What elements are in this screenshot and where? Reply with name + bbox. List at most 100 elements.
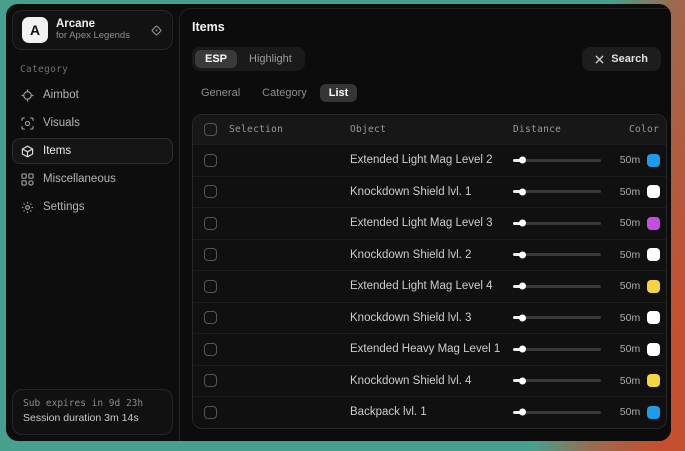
slider-knob[interactable] bbox=[519, 220, 526, 227]
table-row: Extended Light Mag Level 3 50m bbox=[193, 207, 666, 239]
color-swatch[interactable] bbox=[647, 406, 660, 419]
view-tab-group: General Category List bbox=[192, 84, 669, 102]
tab-esp[interactable]: ESP bbox=[195, 50, 237, 68]
tab-category[interactable]: Category bbox=[253, 84, 316, 102]
distance-value: 50m bbox=[613, 280, 647, 292]
table-row: Knockdown Shield lvl. 4 50m bbox=[193, 365, 666, 397]
row-checkbox[interactable] bbox=[204, 374, 217, 387]
table-body: Extended Light Mag Level 2 50m Knockdown… bbox=[193, 144, 666, 428]
distance-slider[interactable] bbox=[513, 281, 613, 291]
page-title: Items bbox=[192, 20, 669, 34]
object-name: Knockdown Shield lvl. 4 bbox=[350, 375, 513, 387]
sidebar-item-aimbot[interactable]: Aimbot bbox=[12, 82, 173, 108]
slider-knob[interactable] bbox=[519, 157, 526, 164]
column-header-distance: Distance bbox=[513, 124, 613, 135]
table-header-row: Selection Object Distance Color bbox=[193, 115, 666, 144]
distance-slider[interactable] bbox=[513, 313, 613, 323]
slider-knob[interactable] bbox=[519, 314, 526, 321]
distance-slider[interactable] bbox=[513, 344, 613, 354]
object-name: Knockdown Shield lvl. 3 bbox=[350, 312, 513, 324]
color-swatch[interactable] bbox=[647, 343, 660, 356]
sidebar: A Arcane for Apex Legends Category Aimbo… bbox=[6, 4, 179, 441]
row-checkbox[interactable] bbox=[204, 280, 217, 293]
app-logo: A bbox=[22, 17, 48, 43]
row-checkbox[interactable] bbox=[204, 311, 217, 324]
color-swatch[interactable] bbox=[647, 311, 660, 324]
sidebar-item-settings[interactable]: Settings bbox=[12, 194, 173, 220]
table-row: Extended Light Mag Level 2 50m bbox=[193, 144, 666, 176]
slider-knob[interactable] bbox=[519, 377, 526, 384]
color-swatch[interactable] bbox=[647, 217, 660, 230]
distance-slider[interactable] bbox=[513, 187, 613, 197]
slider-knob[interactable] bbox=[519, 409, 526, 416]
sidebar-item-miscellaneous[interactable]: Miscellaneous bbox=[12, 166, 173, 192]
app-subtitle: for Apex Legends bbox=[56, 31, 142, 42]
distance-slider[interactable] bbox=[513, 407, 613, 417]
distance-slider[interactable] bbox=[513, 155, 613, 165]
distance-value: 50m bbox=[613, 249, 647, 261]
sidebar-item-label: Settings bbox=[43, 201, 85, 213]
column-header-color: Color bbox=[629, 124, 666, 135]
distance-value: 50m bbox=[613, 312, 647, 324]
slider-knob[interactable] bbox=[519, 251, 526, 258]
items-table: Selection Object Distance Color Extended… bbox=[192, 114, 667, 429]
scan-eye-icon bbox=[21, 117, 34, 130]
tab-highlight[interactable]: Highlight bbox=[239, 50, 302, 68]
distance-value: 50m bbox=[613, 154, 647, 166]
row-checkbox[interactable] bbox=[204, 248, 217, 261]
subscription-status-card: Sub expires in 9d 23h Session duration 3… bbox=[12, 389, 173, 435]
search-button[interactable]: Search bbox=[582, 47, 661, 71]
slider-knob[interactable] bbox=[519, 188, 526, 195]
sidebar-item-visuals[interactable]: Visuals bbox=[12, 110, 173, 136]
object-name: Knockdown Shield lvl. 2 bbox=[350, 249, 513, 261]
object-name: Extended Light Mag Level 2 bbox=[350, 154, 513, 166]
column-header-selection: Selection bbox=[229, 124, 350, 135]
slider-knob[interactable] bbox=[519, 346, 526, 353]
mode-tab-group: ESP Highlight bbox=[192, 47, 305, 71]
table-row: Knockdown Shield lvl. 2 50m bbox=[193, 239, 666, 271]
crosshair-icon bbox=[21, 89, 34, 102]
grid-icon bbox=[21, 173, 34, 186]
row-checkbox[interactable] bbox=[204, 343, 217, 356]
color-swatch[interactable] bbox=[647, 280, 660, 293]
box-icon bbox=[21, 145, 34, 158]
color-swatch[interactable] bbox=[647, 185, 660, 198]
distance-value: 50m bbox=[613, 186, 647, 198]
row-checkbox[interactable] bbox=[204, 217, 217, 230]
category-section-label: Category bbox=[20, 64, 173, 75]
distance-slider[interactable] bbox=[513, 250, 613, 260]
gear-icon bbox=[21, 201, 34, 214]
color-swatch[interactable] bbox=[647, 248, 660, 261]
sidebar-item-label: Aimbot bbox=[43, 89, 79, 101]
table-row: Extended Light Mag Level 4 50m bbox=[193, 270, 666, 302]
object-name: Extended Light Mag Level 3 bbox=[350, 217, 513, 229]
distance-slider[interactable] bbox=[513, 218, 613, 228]
distance-value: 50m bbox=[613, 343, 647, 355]
object-name: Knockdown Shield lvl. 1 bbox=[350, 186, 513, 198]
table-row: Knockdown Shield lvl. 1 50m bbox=[193, 176, 666, 208]
emblem-icon[interactable] bbox=[150, 24, 163, 37]
close-x-icon bbox=[595, 55, 604, 64]
color-swatch[interactable] bbox=[647, 154, 660, 167]
sidebar-item-label: Miscellaneous bbox=[43, 173, 116, 185]
column-header-object: Object bbox=[350, 124, 513, 135]
row-checkbox[interactable] bbox=[204, 154, 217, 167]
slider-knob[interactable] bbox=[519, 283, 526, 290]
main-panel: Items ESP Highlight Search General Categ… bbox=[179, 8, 671, 441]
app-window: A Arcane for Apex Legends Category Aimbo… bbox=[6, 4, 671, 441]
distance-slider[interactable] bbox=[513, 376, 613, 386]
row-checkbox[interactable] bbox=[204, 185, 217, 198]
sub-expiry-text: Sub expires in 9d 23h bbox=[23, 397, 162, 411]
table-row: Backpack lvl. 1 50m bbox=[193, 396, 666, 428]
distance-value: 50m bbox=[613, 406, 647, 418]
tab-general[interactable]: General bbox=[192, 84, 249, 102]
color-swatch[interactable] bbox=[647, 374, 660, 387]
object-name: Extended Heavy Mag Level 1 bbox=[350, 343, 513, 355]
select-all-checkbox[interactable] bbox=[204, 123, 217, 136]
object-name: Backpack lvl. 1 bbox=[350, 406, 513, 418]
toolbar: ESP Highlight Search bbox=[192, 47, 669, 71]
distance-value: 50m bbox=[613, 217, 647, 229]
row-checkbox[interactable] bbox=[204, 406, 217, 419]
tab-list[interactable]: List bbox=[320, 84, 358, 102]
sidebar-item-items[interactable]: Items bbox=[12, 138, 173, 164]
